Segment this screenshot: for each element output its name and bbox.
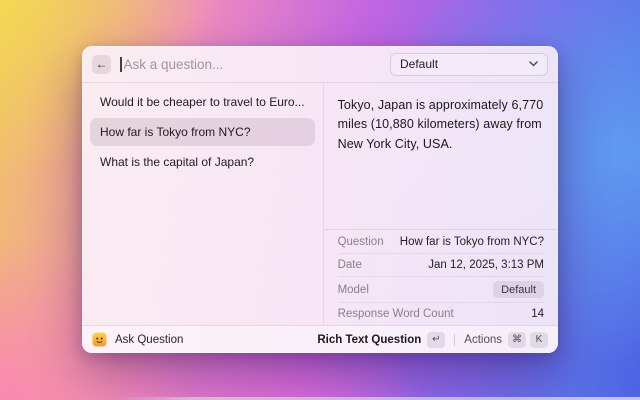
metadata-row-question: Question How far is Tokyo from NYC? bbox=[338, 230, 544, 253]
k-key-icon[interactable]: K bbox=[530, 332, 548, 348]
ask-question-app-icon bbox=[92, 332, 107, 347]
list-item-capital-japan[interactable]: What is the capital of Japan? bbox=[90, 148, 315, 176]
detail-panel: Tokyo, Japan is approximately 6,770 mile… bbox=[324, 83, 558, 325]
metadata-label: Question bbox=[338, 236, 384, 248]
list-item-tokyo-nyc-selected[interactable]: How far is Tokyo from NYC? bbox=[90, 118, 315, 146]
app-label: Ask Question bbox=[115, 334, 183, 346]
content-area: Would it be cheaper to travel to Euro...… bbox=[82, 83, 558, 325]
topbar: ← Default bbox=[82, 46, 558, 83]
text-cursor bbox=[120, 57, 122, 72]
metadata-value: How far is Tokyo from NYC? bbox=[400, 236, 544, 248]
desktop-background: ← Default Would it be cheaper to travel … bbox=[0, 0, 640, 400]
metadata-row-model: Model Default bbox=[338, 276, 544, 302]
footer-divider bbox=[454, 334, 455, 346]
model-dropdown[interactable]: Default bbox=[390, 53, 548, 76]
metadata-label: Model bbox=[338, 284, 369, 296]
action-bar: Ask Question Rich Text Question ↵ Action… bbox=[82, 325, 558, 353]
rich-text-question-action[interactable]: Rich Text Question bbox=[317, 334, 421, 346]
return-key-icon[interactable]: ↵ bbox=[427, 332, 445, 348]
footer-left: Ask Question bbox=[92, 332, 183, 347]
footer-right: Rich Text Question ↵ Actions ⌘ K bbox=[317, 332, 548, 348]
actions-menu-button[interactable]: Actions bbox=[464, 334, 502, 346]
metadata-label: Date bbox=[338, 259, 362, 271]
back-button[interactable]: ← bbox=[92, 55, 111, 74]
detail-spacer bbox=[324, 167, 558, 229]
question-input[interactable] bbox=[124, 57, 391, 72]
metadata-value: Jan 12, 2025, 3:13 PM bbox=[428, 259, 544, 271]
answer-text: Tokyo, Japan is approximately 6,770 mile… bbox=[324, 83, 558, 167]
metadata-section: Question How far is Tokyo from NYC? Date… bbox=[324, 229, 558, 325]
list-item-travel-europe[interactable]: Would it be cheaper to travel to Euro... bbox=[90, 88, 315, 116]
metadata-label: Response Word Count bbox=[338, 308, 454, 320]
raycast-window: ← Default Would it be cheaper to travel … bbox=[82, 46, 558, 353]
metadata-row-word-count: Response Word Count 14 bbox=[338, 302, 544, 325]
model-dropdown-value: Default bbox=[400, 57, 438, 71]
question-list: Would it be cheaper to travel to Euro...… bbox=[82, 83, 324, 325]
metadata-row-date: Date Jan 12, 2025, 3:13 PM bbox=[338, 253, 544, 276]
chevron-down-icon bbox=[529, 61, 538, 67]
metadata-value: 14 bbox=[531, 308, 544, 320]
model-badge: Default bbox=[493, 281, 544, 298]
command-key-icon[interactable]: ⌘ bbox=[508, 332, 526, 348]
back-arrow-icon: ← bbox=[96, 57, 108, 71]
